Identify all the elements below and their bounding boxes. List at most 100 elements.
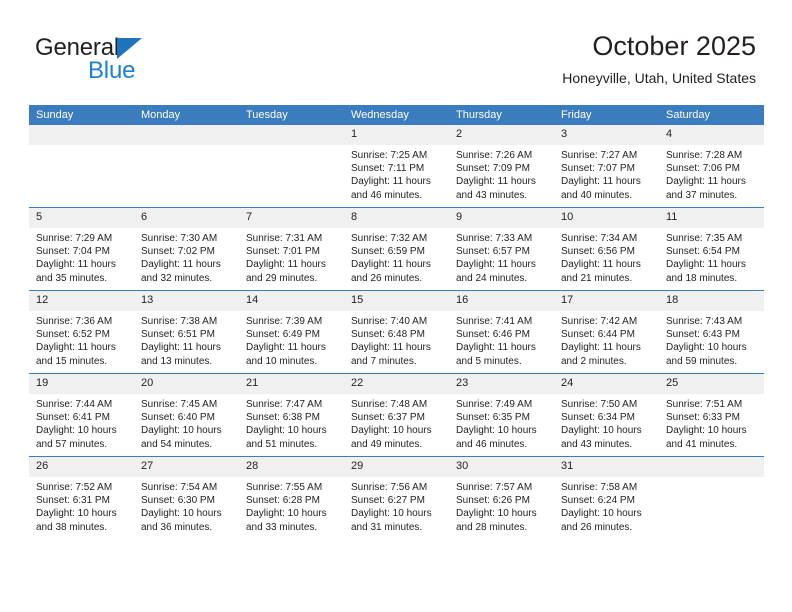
calendar-day-cell[interactable]: 27 Sunrise: 7:54 AM Sunset: 6:30 PM Dayligh… bbox=[134, 456, 239, 539]
daylight-duration-line1: Daylight: 10 hours bbox=[351, 425, 432, 437]
daylight-duration-line1: Daylight: 11 hours bbox=[456, 259, 536, 271]
day-number: 13 bbox=[134, 291, 239, 311]
calendar-day-cell[interactable]: 26 Sunrise: 7:52 AM Sunset: 6:31 PM Dayligh… bbox=[29, 456, 134, 539]
daylight-duration-line1: Daylight: 10 hours bbox=[141, 425, 222, 437]
sunrise-time: Sunrise: 7:32 AM bbox=[351, 233, 428, 244]
sunset-time: Sunset: 7:09 PM bbox=[456, 163, 530, 175]
calendar-day-cell[interactable]: 1 Sunrise: 7:25 AM Sunset: 7:11 PM Daylight… bbox=[344, 125, 449, 208]
sunrise-time: Sunrise: 7:25 AM bbox=[351, 150, 428, 161]
calendar-day-cell[interactable]: 17 Sunrise: 7:42 AM Sunset: 6:44 PM Dayligh… bbox=[554, 290, 659, 374]
calendar-day-cell[interactable]: 8 Sunrise: 7:32 AM Sunset: 6:59 PM Daylight… bbox=[344, 207, 449, 291]
daylight-duration-line1: Daylight: 10 hours bbox=[456, 425, 537, 437]
calendar-empty-cell bbox=[239, 125, 344, 208]
day-number bbox=[659, 457, 764, 477]
day-sun-info: Sunrise: 7:45 AM Sunset: 6:40 PM Daylight:… bbox=[134, 394, 239, 451]
daylight-duration-line2: and 29 minutes. bbox=[246, 272, 318, 284]
calendar-day-cell[interactable]: 10 Sunrise: 7:34 AM Sunset: 6:56 PM Dayligh… bbox=[554, 207, 659, 291]
daylight-duration-line1: Daylight: 11 hours bbox=[561, 259, 641, 271]
calendar-day-cell[interactable]: 3 Sunrise: 7:27 AM Sunset: 7:07 PM Daylight… bbox=[554, 125, 659, 208]
daylight-duration-line1: Daylight: 11 hours bbox=[351, 259, 431, 271]
page-title: October 2025 bbox=[592, 31, 756, 61]
sunset-time: Sunset: 6:51 PM bbox=[141, 329, 215, 341]
daylight-duration-line1: Daylight: 10 hours bbox=[456, 508, 537, 520]
day-number: 24 bbox=[554, 374, 659, 394]
daylight-duration-line1: Daylight: 10 hours bbox=[36, 508, 117, 520]
sunrise-time: Sunrise: 7:44 AM bbox=[36, 399, 113, 410]
calendar-day-cell[interactable]: 18 Sunrise: 7:43 AM Sunset: 6:43 PM Dayligh… bbox=[659, 290, 764, 374]
calendar-day-cell[interactable]: 20 Sunrise: 7:45 AM Sunset: 6:40 PM Dayligh… bbox=[134, 373, 239, 457]
sunset-time: Sunset: 6:41 PM bbox=[36, 412, 110, 424]
calendar-empty-cell bbox=[134, 125, 239, 208]
calendar-header-row: Sunday Monday Tuesday Wednesday Thursday… bbox=[29, 105, 764, 125]
day-number: 27 bbox=[134, 457, 239, 477]
daylight-duration-line2: and 43 minutes. bbox=[456, 189, 528, 201]
calendar-day-cell[interactable]: 31 Sunrise: 7:58 AM Sunset: 6:24 PM Dayligh… bbox=[554, 456, 659, 539]
calendar-day-cell[interactable]: 4 Sunrise: 7:28 AM Sunset: 7:06 PM Daylight… bbox=[659, 125, 764, 208]
calendar-day-cell[interactable]: 23 Sunrise: 7:49 AM Sunset: 6:35 PM Dayligh… bbox=[449, 373, 554, 457]
sunset-time: Sunset: 6:43 PM bbox=[666, 329, 740, 341]
day-number: 3 bbox=[554, 125, 659, 145]
calendar-day-cell[interactable]: 28 Sunrise: 7:55 AM Sunset: 6:28 PM Dayligh… bbox=[239, 456, 344, 539]
calendar-day-cell[interactable]: 24 Sunrise: 7:50 AM Sunset: 6:34 PM Dayligh… bbox=[554, 373, 659, 457]
title-block: October 2025 Honeyville, Utah, United St… bbox=[562, 30, 756, 88]
daylight-duration-line1: Daylight: 11 hours bbox=[666, 259, 746, 271]
weekday-header-saturday: Saturday bbox=[659, 105, 764, 125]
calendar-day-cell[interactable]: 14 Sunrise: 7:39 AM Sunset: 6:49 PM Dayligh… bbox=[239, 290, 344, 374]
daylight-duration-line2: and 15 minutes. bbox=[36, 355, 108, 367]
calendar-day-cell[interactable]: 6 Sunrise: 7:30 AM Sunset: 7:02 PM Daylight… bbox=[134, 207, 239, 291]
sunset-time: Sunset: 6:46 PM bbox=[456, 329, 530, 341]
daylight-duration-line1: Daylight: 11 hours bbox=[456, 176, 536, 188]
calendar-week-row: 5 Sunrise: 7:29 AM Sunset: 7:04 PM Daylight… bbox=[29, 207, 764, 291]
calendar-day-cell[interactable]: 15 Sunrise: 7:40 AM Sunset: 6:48 PM Dayligh… bbox=[344, 290, 449, 374]
day-sun-info: Sunrise: 7:44 AM Sunset: 6:41 PM Daylight:… bbox=[29, 394, 134, 451]
calendar-day-cell[interactable]: 29 Sunrise: 7:56 AM Sunset: 6:27 PM Dayligh… bbox=[344, 456, 449, 539]
sunrise-time: Sunrise: 7:56 AM bbox=[351, 482, 428, 493]
calendar-day-cell[interactable]: 9 Sunrise: 7:33 AM Sunset: 6:57 PM Daylight… bbox=[449, 207, 554, 291]
day-number: 14 bbox=[239, 291, 344, 311]
calendar-day-cell[interactable]: 11 Sunrise: 7:35 AM Sunset: 6:54 PM Dayligh… bbox=[659, 207, 764, 291]
sunrise-time: Sunrise: 7:49 AM bbox=[456, 399, 533, 410]
daylight-duration-line1: Daylight: 10 hours bbox=[246, 425, 327, 437]
calendar-day-cell[interactable]: 5 Sunrise: 7:29 AM Sunset: 7:04 PM Daylight… bbox=[29, 207, 134, 291]
daylight-duration-line2: and 40 minutes. bbox=[561, 189, 633, 201]
calendar-day-cell[interactable]: 13 Sunrise: 7:38 AM Sunset: 6:51 PM Dayligh… bbox=[134, 290, 239, 374]
day-number: 16 bbox=[449, 291, 554, 311]
daylight-duration-line1: Daylight: 11 hours bbox=[36, 342, 116, 354]
daylight-duration-line1: Daylight: 10 hours bbox=[561, 508, 642, 520]
daylight-duration-line2: and 18 minutes. bbox=[666, 272, 738, 284]
daylight-duration-line2: and 59 minutes. bbox=[666, 355, 738, 367]
day-sun-info: Sunrise: 7:57 AM Sunset: 6:26 PM Daylight:… bbox=[449, 477, 554, 534]
calendar-day-cell[interactable]: 25 Sunrise: 7:51 AM Sunset: 6:33 PM Dayligh… bbox=[659, 373, 764, 457]
calendar-day-cell[interactable]: 7 Sunrise: 7:31 AM Sunset: 7:01 PM Daylight… bbox=[239, 207, 344, 291]
sunrise-time: Sunrise: 7:42 AM bbox=[561, 316, 638, 327]
calendar-week-row: 19 Sunrise: 7:44 AM Sunset: 6:41 PM Dayligh… bbox=[29, 373, 764, 457]
calendar-day-cell[interactable]: 16 Sunrise: 7:41 AM Sunset: 6:46 PM Dayligh… bbox=[449, 290, 554, 374]
daylight-duration-line1: Daylight: 11 hours bbox=[246, 259, 326, 271]
calendar-day-cell[interactable]: 21 Sunrise: 7:47 AM Sunset: 6:38 PM Dayligh… bbox=[239, 373, 344, 457]
sunset-time: Sunset: 6:35 PM bbox=[456, 412, 530, 424]
calendar-day-cell[interactable]: 30 Sunrise: 7:57 AM Sunset: 6:26 PM Dayligh… bbox=[449, 456, 554, 539]
weekday-header-wednesday: Wednesday bbox=[344, 105, 449, 125]
sunrise-time: Sunrise: 7:57 AM bbox=[456, 482, 533, 493]
sunset-time: Sunset: 6:33 PM bbox=[666, 412, 740, 424]
sunrise-time: Sunrise: 7:36 AM bbox=[36, 316, 113, 327]
weekday-header-friday: Friday bbox=[554, 105, 659, 125]
calendar-day-cell[interactable]: 19 Sunrise: 7:44 AM Sunset: 6:41 PM Dayligh… bbox=[29, 373, 134, 457]
calendar-empty-cell bbox=[659, 456, 764, 539]
sunrise-time: Sunrise: 7:27 AM bbox=[561, 150, 638, 161]
sunrise-time: Sunrise: 7:33 AM bbox=[456, 233, 533, 244]
general-blue-logo[interactable]: General Blue bbox=[35, 34, 265, 90]
daylight-duration-line2: and 43 minutes. bbox=[561, 438, 633, 450]
weekday-header-tuesday: Tuesday bbox=[239, 105, 344, 125]
daylight-duration-line2: and 36 minutes. bbox=[141, 521, 213, 533]
sunrise-time: Sunrise: 7:58 AM bbox=[561, 482, 638, 493]
day-number: 30 bbox=[449, 457, 554, 477]
daylight-duration-line1: Daylight: 11 hours bbox=[141, 259, 221, 271]
daylight-duration-line1: Daylight: 11 hours bbox=[246, 342, 326, 354]
daylight-duration-line1: Daylight: 10 hours bbox=[36, 425, 117, 437]
daylight-duration-line1: Daylight: 10 hours bbox=[246, 508, 327, 520]
calendar-day-cell[interactable]: 2 Sunrise: 7:26 AM Sunset: 7:09 PM Daylight… bbox=[449, 125, 554, 208]
calendar-day-cell[interactable]: 12 Sunrise: 7:36 AM Sunset: 6:52 PM Dayligh… bbox=[29, 290, 134, 374]
calendar-day-cell[interactable]: 22 Sunrise: 7:48 AM Sunset: 6:37 PM Dayligh… bbox=[344, 373, 449, 457]
daylight-duration-line1: Daylight: 11 hours bbox=[351, 176, 431, 188]
